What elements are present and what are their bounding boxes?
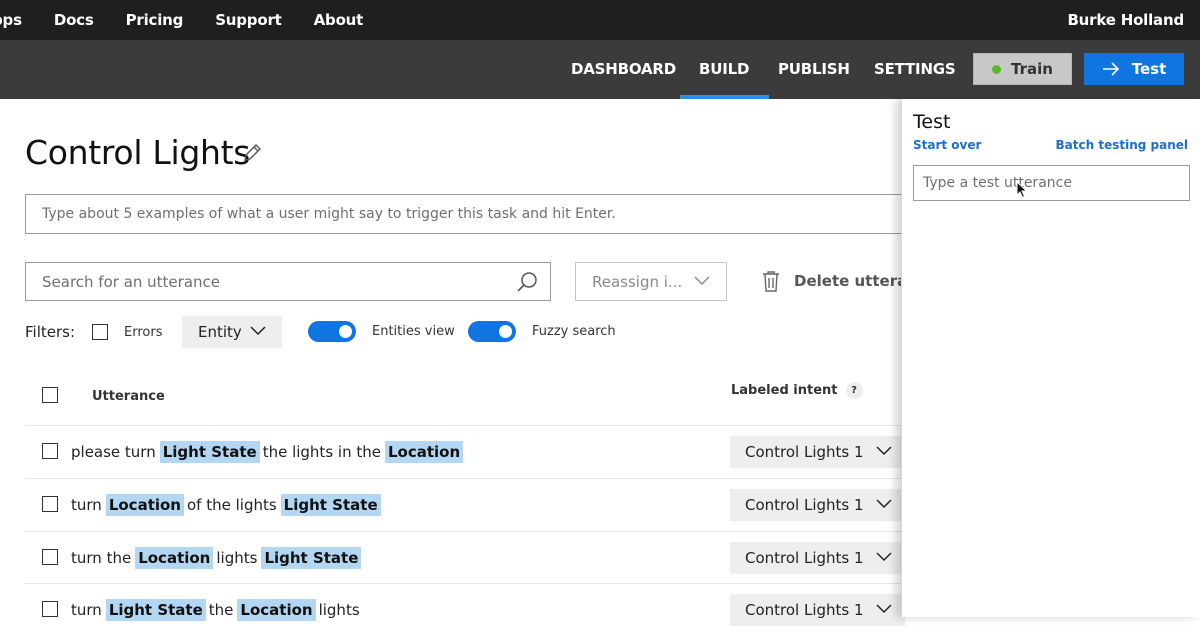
entity-label[interactable]: Light State: [159, 441, 260, 463]
chevron-down-icon: [876, 604, 892, 614]
test-utterance-placeholder: Type a test utterance: [923, 175, 1072, 191]
intent-dropdown[interactable]: Control Lights 1: [730, 594, 905, 626]
column-header-labeled-intent-label: Labeled intent: [731, 383, 838, 398]
utterance-token: lights: [318, 601, 360, 619]
arrow-right-icon: [1102, 62, 1119, 76]
chevron-down-icon: [694, 276, 710, 286]
entities-view-label: Entities view: [372, 324, 455, 339]
table-row: turn the Location lights Light State Control…: [25, 532, 905, 584]
entity-label[interactable]: Light State: [261, 547, 362, 569]
entity-label[interactable]: Location: [135, 547, 214, 569]
utterance-token: of the lights: [187, 496, 277, 514]
utterance-token: turn the: [71, 549, 132, 567]
row-checkbox[interactable]: [42, 549, 58, 565]
utterance-token: please turn: [71, 443, 156, 461]
delete-label: Delete utteran: [794, 272, 918, 290]
trash-icon: [763, 271, 779, 292]
test-utterance-input[interactable]: Type a test utterance: [913, 165, 1190, 201]
tab-build[interactable]: BUILD: [679, 40, 770, 99]
user-name[interactable]: Burke Holland: [1067, 11, 1184, 29]
row-checkbox[interactable]: [42, 601, 58, 617]
utterance-text: please turn Light State the lights in the L…: [71, 441, 466, 463]
intent-dropdown-label: Control Lights 1: [745, 601, 864, 619]
fuzzy-search-toggle[interactable]: [468, 321, 516, 342]
test-panel-title: Test: [913, 111, 951, 133]
delete-utterances-button[interactable]: Delete utteran: [762, 270, 918, 292]
test-button[interactable]: Test: [1084, 53, 1184, 85]
fuzzy-search-label: Fuzzy search: [532, 324, 616, 339]
entity-label[interactable]: Location: [105, 494, 184, 516]
errors-label: Errors: [124, 325, 163, 340]
chevron-down-icon: [250, 326, 266, 336]
app-navigation-bar: DASHBOARD BUILD PUBLISH SETTINGS Train T…: [0, 40, 1200, 99]
entity-filter-dropdown[interactable]: Entity: [182, 316, 282, 348]
row-checkbox[interactable]: [42, 496, 58, 512]
reassign-intent-dropdown[interactable]: Reassign i...: [575, 262, 727, 301]
tab-settings[interactable]: SETTINGS: [874, 40, 956, 99]
tab-dashboard[interactable]: DASHBOARD: [571, 40, 676, 99]
train-button[interactable]: Train: [973, 53, 1072, 85]
pencil-icon[interactable]: [242, 143, 262, 163]
entity-filter-label: Entity: [198, 323, 242, 341]
utterance-token: turn: [71, 496, 102, 514]
chevron-down-icon: [876, 499, 892, 509]
reassign-label: Reassign i...: [592, 273, 683, 291]
chevron-down-icon: [876, 446, 892, 456]
nav-link-support[interactable]: Support: [215, 11, 282, 29]
nav-link-apps[interactable]: pps: [0, 11, 22, 29]
utterance-text: turn Light State the Location lights: [71, 599, 364, 621]
search-placeholder: Search for an utterance: [42, 273, 221, 291]
entity-label[interactable]: Location: [384, 441, 464, 463]
entity-label[interactable]: Location: [237, 599, 316, 621]
utterance-text: turn Location of the lights Light State: [71, 494, 384, 516]
entity-label[interactable]: Light State: [280, 494, 381, 516]
test-panel: Test Start over Batch testing panel Type…: [901, 99, 1200, 617]
utterance-token: turn: [71, 601, 102, 619]
train-status-dot: [992, 64, 1002, 74]
entity-label[interactable]: Light State: [105, 599, 206, 621]
intent-dropdown-label: Control Lights 1: [745, 549, 864, 567]
utterance-search-input[interactable]: Search for an utterance: [25, 262, 551, 301]
table-row: turn Light State the Location lights Control …: [25, 584, 905, 636]
utterance-token: the: [208, 601, 234, 619]
intent-dropdown-label: Control Lights 1: [745, 443, 864, 461]
batch-testing-panel-link[interactable]: Batch testing panel: [1056, 138, 1188, 152]
train-button-label: Train: [1011, 60, 1053, 78]
mouse-pointer-icon: [1016, 181, 1028, 199]
intent-dropdown[interactable]: Control Lights 1: [730, 489, 905, 521]
utterance-token: lights: [216, 549, 258, 567]
table-row: please turn Light State the lights in the L…: [25, 426, 905, 478]
intent-dropdown-label: Control Lights 1: [745, 496, 864, 514]
utterance-text: turn the Location lights Light State: [71, 547, 364, 569]
column-header-utterance[interactable]: Utterance: [92, 389, 165, 404]
start-over-link[interactable]: Start over: [913, 138, 981, 152]
select-all-checkbox[interactable]: [42, 387, 58, 403]
column-header-labeled-intent: Labeled intent ?: [731, 382, 863, 399]
intent-dropdown[interactable]: Control Lights 1: [730, 436, 905, 468]
top-nav-links: pps Docs Pricing Support About: [0, 0, 395, 40]
tab-publish[interactable]: PUBLISH: [778, 40, 850, 99]
nav-link-pricing[interactable]: Pricing: [126, 11, 184, 29]
intent-dropdown[interactable]: Control Lights 1: [730, 542, 905, 574]
help-icon[interactable]: ?: [845, 382, 863, 399]
example-utterance-placeholder: Type about 5 examples of what a user mig…: [42, 206, 616, 222]
chevron-down-icon: [876, 552, 892, 562]
errors-checkbox[interactable]: [92, 324, 108, 340]
row-checkbox[interactable]: [42, 443, 58, 459]
entities-view-toggle[interactable]: [308, 321, 356, 342]
top-navigation-bar: pps Docs Pricing Support About Burke Hol…: [0, 0, 1200, 40]
page-title: Control Lights: [25, 133, 251, 172]
nav-link-about[interactable]: About: [314, 11, 364, 29]
filters-label: Filters:: [25, 323, 76, 341]
utterance-token: the lights in the: [262, 443, 381, 461]
nav-link-docs[interactable]: Docs: [54, 11, 94, 29]
search-icon[interactable]: [516, 271, 538, 293]
test-button-label: Test: [1131, 60, 1167, 78]
example-utterance-input[interactable]: Type about 5 examples of what a user mig…: [25, 194, 925, 234]
table-row: turn Location of the lights Light State Cont…: [25, 479, 905, 531]
